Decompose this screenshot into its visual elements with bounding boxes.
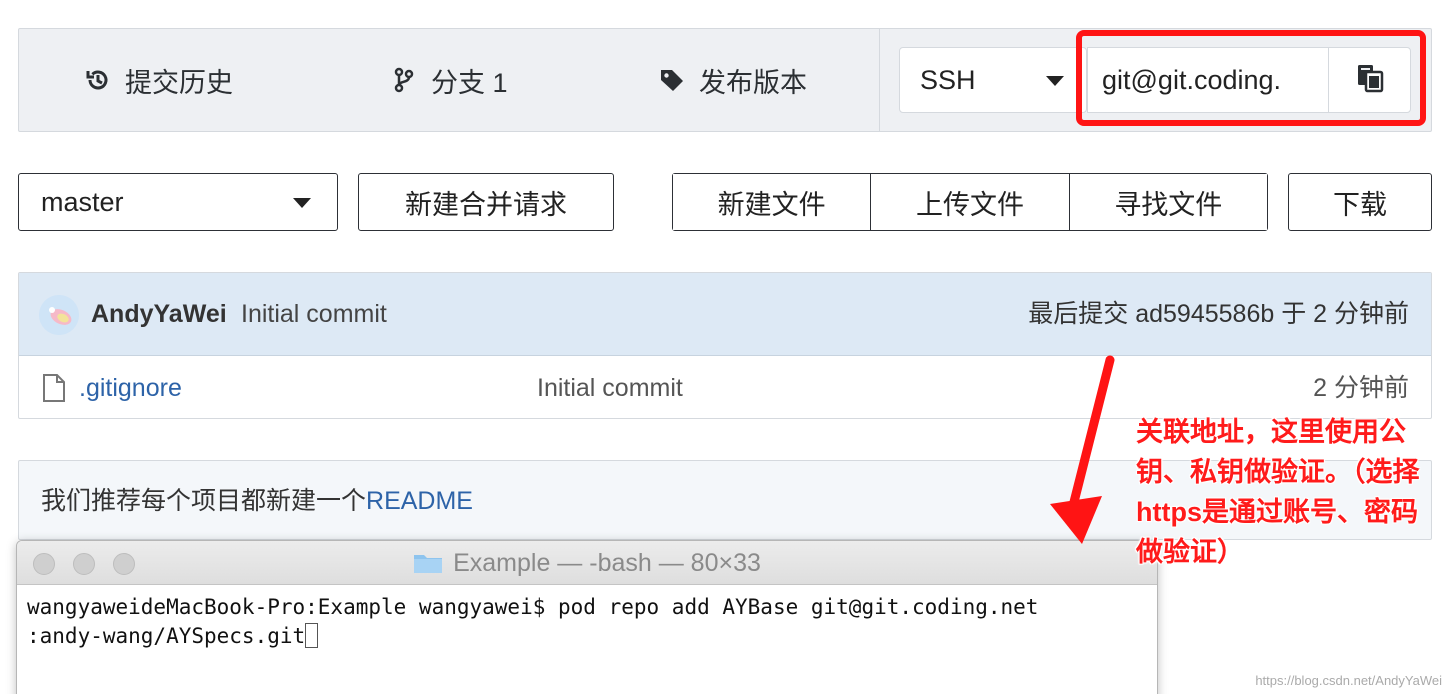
readme-prefix: 我们推荐每个项目都新建一个	[41, 487, 367, 515]
terminal-window[interactable]: Example — -bash — 80×33 wangyaweideMacBo…	[16, 540, 1158, 694]
latest-commit-header: AndyYaWei Initial commit 最后提交 ad5945586b…	[19, 273, 1431, 356]
commit-message[interactable]: Initial commit	[241, 273, 387, 356]
branches-link[interactable]: 分支 1	[391, 29, 508, 131]
new-file-button[interactable]: 新建文件	[673, 174, 872, 230]
branches-label: 分支 1	[431, 67, 508, 98]
terminal-output[interactable]: wangyaweideMacBook-Pro:Example wangyawei…	[27, 593, 1038, 651]
chevron-down-icon	[1046, 76, 1064, 86]
protocol-value: SSH	[920, 64, 976, 95]
chevron-down-icon	[293, 198, 311, 208]
toolbar-divider	[879, 29, 880, 131]
branch-value: master	[41, 186, 124, 217]
readme-notice-text: 我们推荐每个项目都新建一个README	[41, 461, 473, 541]
file-table: AndyYaWei Initial commit 最后提交 ad5945586b…	[18, 272, 1432, 419]
upload-file-label: 上传文件	[915, 189, 1024, 220]
avatar[interactable]	[39, 295, 79, 335]
releases-link[interactable]: 发布版本	[659, 29, 807, 131]
commit-history-label: 提交历史	[125, 67, 233, 98]
upload-file-button[interactable]: 上传文件	[871, 174, 1070, 230]
terminal-title-bar[interactable]: Example — -bash — 80×33	[17, 541, 1157, 585]
table-row[interactable]: .gitignore Initial commit 2 分钟前	[19, 357, 1431, 419]
download-label: 下载	[1333, 189, 1387, 220]
terminal-line-2: :andy-wang/AYSpecs.git	[27, 624, 306, 648]
file-name-link[interactable]: .gitignore	[79, 357, 182, 419]
url-highlight-annotation-box	[1076, 30, 1426, 126]
watermark: https://blog.csdn.net/AndyYaWei	[1255, 673, 1442, 688]
new-merge-request-button[interactable]: 新建合并请求	[358, 173, 614, 231]
annotation-text: 关联地址，这里使用公钥、私钥做验证。（选择https是通过账号、密码做验证）	[1136, 417, 1420, 567]
download-button[interactable]: 下载	[1288, 173, 1432, 231]
file-icon	[41, 373, 67, 408]
protocol-select[interactable]: SSH	[899, 47, 1087, 113]
folder-icon	[413, 552, 443, 574]
tag-icon	[659, 67, 685, 93]
annotation-arrow	[1050, 355, 1115, 544]
new-file-label: 新建文件	[717, 189, 826, 220]
branch-select[interactable]: master	[18, 173, 338, 231]
find-file-label: 寻找文件	[1114, 189, 1223, 220]
releases-label: 发布版本	[699, 67, 807, 98]
terminal-cursor	[305, 623, 319, 648]
terminal-title: Example — -bash — 80×33	[17, 541, 1157, 585]
last-commit-info: 最后提交 ad5945586b 于 2 分钟前	[1028, 300, 1409, 328]
new-merge-request-label: 新建合并请求	[405, 189, 567, 220]
terminal-title-text: Example — -bash — 80×33	[453, 548, 761, 577]
commit-author[interactable]: AndyYaWei	[91, 273, 227, 356]
commit-history-link[interactable]: 提交历史	[85, 29, 233, 131]
find-file-button[interactable]: 寻找文件	[1069, 174, 1267, 230]
file-actions-group: 新建文件 上传文件 寻找文件	[672, 173, 1268, 231]
file-commit-time: 2 分钟前	[1313, 374, 1409, 402]
terminal-line-1: wangyaweideMacBook-Pro:Example wangyawei…	[27, 595, 1039, 619]
branch-icon	[391, 67, 417, 93]
history-icon	[85, 67, 111, 93]
file-commit-message[interactable]: Initial commit	[537, 357, 683, 419]
readme-link[interactable]: README	[366, 487, 473, 515]
